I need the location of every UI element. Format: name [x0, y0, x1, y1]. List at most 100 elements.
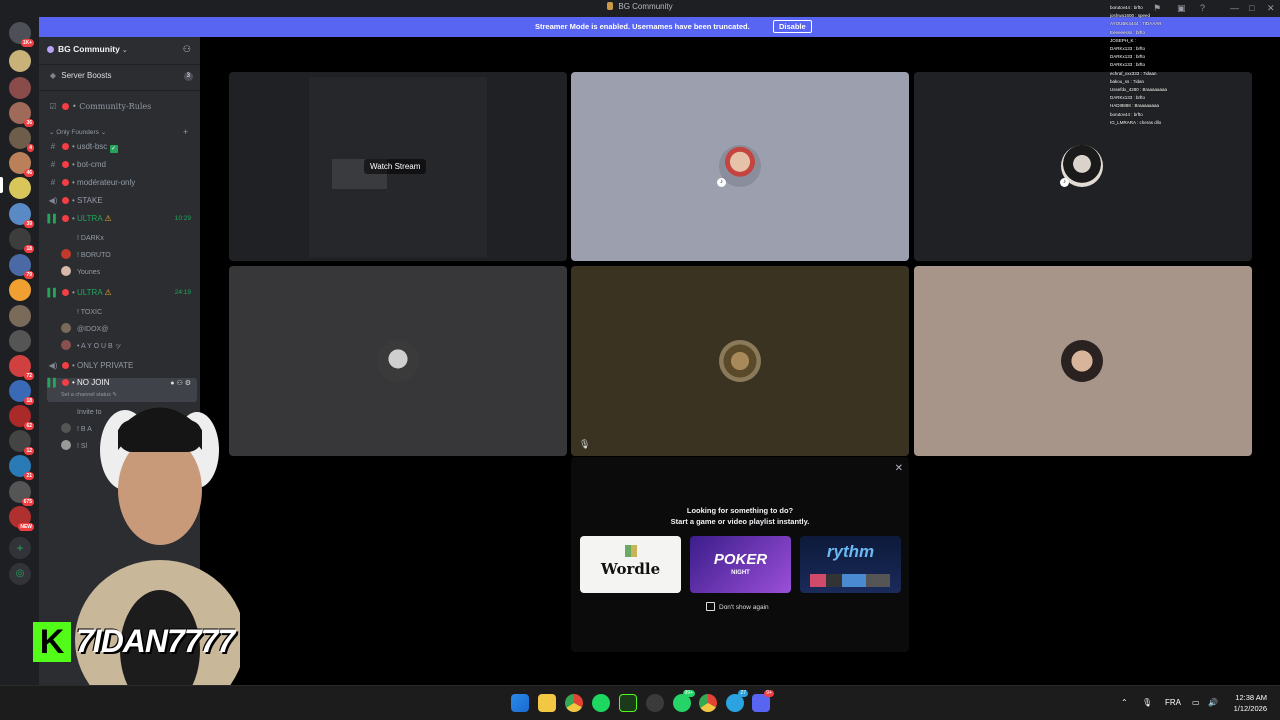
- server-icon[interactable]: [9, 330, 31, 352]
- server-icon[interactable]: 39: [9, 203, 34, 228]
- stream-tile[interactable]: Watch Stream: [229, 72, 567, 261]
- chevron-up-icon[interactable]: ⌃: [1121, 698, 1128, 707]
- disable-streamer-mode-button[interactable]: Disable: [773, 20, 812, 33]
- obs-icon[interactable]: [646, 694, 664, 712]
- warning-icon: ⚠: [104, 214, 112, 223]
- voice-user[interactable]: • A Y O U B ッ: [61, 340, 122, 353]
- channel-bot-cmd[interactable]: # • bot-cmd: [47, 160, 197, 174]
- server-icon[interactable]: 675: [9, 481, 34, 506]
- server-icon[interactable]: [9, 305, 31, 327]
- rules-icon: ☑: [49, 102, 57, 111]
- volume-icon[interactable]: 🔊: [1208, 698, 1218, 707]
- whatsapp-icon[interactable]: 99+: [673, 690, 695, 712]
- chat-line: DARKx133 : brfto: [1110, 95, 1146, 101]
- add-server-icon[interactable]: +: [9, 537, 31, 559]
- server-icon[interactable]: 36: [9, 102, 34, 127]
- server-icon[interactable]: 18: [9, 380, 34, 405]
- live-voice-icon: ▌▌: [47, 378, 59, 387]
- voice-user[interactable]: ! TOXIC: [61, 306, 102, 319]
- close-activity-icon[interactable]: ✕: [895, 463, 903, 474]
- no-entry-icon: [62, 161, 69, 168]
- telegram-icon[interactable]: 27: [726, 690, 748, 712]
- chat-line: Ussefdx_4280 : Braaaaaaaa: [1110, 87, 1168, 93]
- chat-line: DARKx133 : brfto: [1110, 62, 1146, 68]
- server-badge-icon: [47, 46, 54, 53]
- server-icon[interactable]: 12: [9, 430, 34, 455]
- server-icon[interactable]: 62: [9, 405, 34, 430]
- user-name: ! TOXIC: [77, 309, 103, 316]
- close-window-icon[interactable]: ✕: [1267, 3, 1275, 14]
- discover-icon[interactable]: ◎: [9, 563, 31, 585]
- boost-count-badge: 3: [183, 72, 193, 81]
- channel-moderateur-only[interactable]: # • modérateur-only: [47, 178, 197, 192]
- channel-label: usdt-bsc: [77, 142, 108, 151]
- card-subtitle: NIGHT: [731, 570, 750, 576]
- home-button[interactable]: 1K+: [9, 22, 34, 47]
- server-icon[interactable]: NEW: [9, 506, 34, 531]
- avatar: [61, 232, 71, 242]
- kick-app-icon[interactable]: [619, 694, 637, 712]
- add-channel-icon[interactable]: +: [183, 127, 188, 137]
- voice-user[interactable]: ! DARKx: [61, 232, 104, 245]
- voice-channel-ultra-2[interactable]: ▌▌ • ULTRA ⚠ 24:19: [47, 288, 197, 302]
- voice-user[interactable]: ! BORUTO: [61, 249, 111, 262]
- participant-tile[interactable]: ♪: [571, 72, 909, 261]
- participant-tile[interactable]: 🎙: [571, 266, 909, 456]
- rythm-preview: [810, 574, 890, 587]
- voice-channel-only-private[interactable]: ◀) • ONLY PRIVATE: [47, 361, 197, 375]
- server-icon[interactable]: 21: [9, 455, 34, 480]
- server-boosts-row[interactable]: ◆ Server Boosts 3: [47, 71, 197, 85]
- server-icon[interactable]: 46: [9, 152, 34, 177]
- dont-show-again-checkbox[interactable]: Don't show again: [706, 602, 769, 611]
- chat-line: HADI8888 : Braaaaaaaa: [1110, 103, 1160, 109]
- voice-user[interactable]: Younes: [61, 266, 100, 279]
- system-clock[interactable]: 12:38 AM 1/12/2026: [1225, 692, 1267, 714]
- server-icon[interactable]: 79: [9, 254, 34, 279]
- activity-heading: Looking for something to do?: [686, 506, 794, 515]
- boost-icon: ◆: [49, 71, 57, 80]
- category-only-founders[interactable]: ⌄ Only Founders ⌄ +: [49, 127, 188, 137]
- channel-usdt-bsc[interactable]: # • usdt-bsc ✓: [47, 142, 197, 156]
- badge: NEW: [18, 523, 34, 531]
- badge: 39: [24, 220, 34, 228]
- kick-logo-letter: K: [39, 623, 65, 661]
- server-icon[interactable]: [9, 279, 31, 301]
- invite-icon[interactable]: ⚇: [183, 44, 191, 55]
- badge: 1K+: [20, 39, 34, 47]
- start-icon[interactable]: [511, 694, 529, 712]
- watch-stream-button[interactable]: Watch Stream: [364, 159, 427, 174]
- server-icon[interactable]: 18: [9, 228, 34, 253]
- spotify-icon[interactable]: [592, 694, 610, 712]
- avatar: [377, 340, 419, 382]
- server-icon[interactable]: [9, 50, 31, 72]
- speaker-icon: ◀): [48, 361, 58, 370]
- poker-night-card[interactable]: POKER NIGHT: [690, 536, 791, 593]
- maximize-icon[interactable]: □: [1249, 3, 1254, 13]
- language-indicator[interactable]: FRA: [1165, 698, 1181, 707]
- participant-tile[interactable]: [229, 266, 567, 456]
- badge: 18: [24, 397, 34, 405]
- voice-user[interactable]: @IDOX@: [61, 323, 108, 336]
- channel-community-rules[interactable]: ☑ • Community-Rules: [47, 102, 197, 116]
- discord-icon[interactable]: 9+: [752, 690, 774, 712]
- network-icon[interactable]: ▭: [1192, 698, 1200, 707]
- channel-tools[interactable]: ●⚇⚙: [170, 379, 193, 387]
- channel-label: bot-cmd: [77, 160, 106, 169]
- microphone-icon[interactable]: 🎙: [1142, 698, 1152, 707]
- server-header[interactable]: BG Community ⌄ ⚇: [47, 44, 197, 58]
- voice-channel-stake[interactable]: ◀) • STAKE: [47, 196, 197, 210]
- server-icon[interactable]: [9, 77, 31, 99]
- rythm-card[interactable]: rythm: [800, 536, 901, 593]
- file-explorer-icon[interactable]: [538, 694, 556, 712]
- deafen-icon: ♪: [1060, 178, 1069, 187]
- server-icon-bg-community[interactable]: [9, 177, 31, 199]
- server-icon[interactable]: 72: [9, 355, 34, 380]
- voice-channel-ultra[interactable]: ▌▌ • ULTRA ⚠ 10:29: [47, 214, 197, 228]
- minimize-icon[interactable]: —: [1230, 3, 1239, 13]
- wordle-card[interactable]: Wordle: [580, 536, 681, 593]
- channel-label: STAKE: [77, 196, 103, 205]
- participant-tile[interactable]: [914, 266, 1252, 456]
- chrome-icon[interactable]: [565, 694, 583, 712]
- server-icon[interactable]: 4: [9, 127, 34, 152]
- chrome-profile-icon[interactable]: [699, 694, 717, 712]
